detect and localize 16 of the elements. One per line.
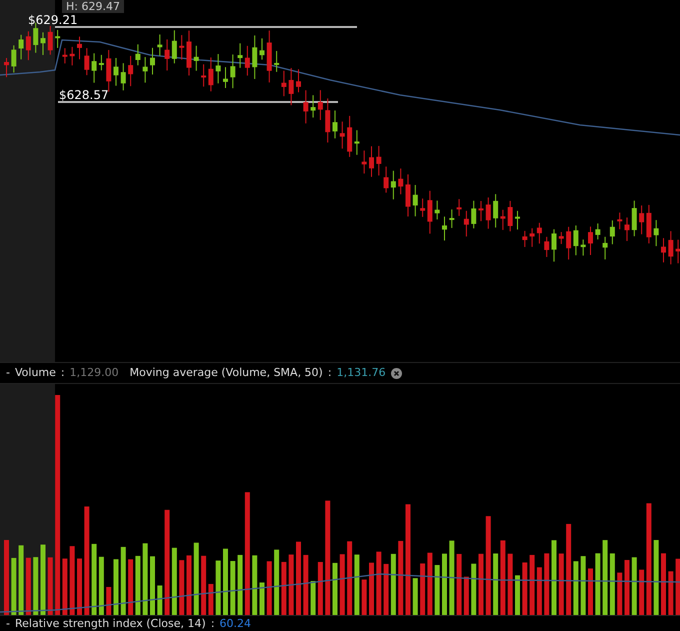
separator: : (328, 364, 332, 381)
rsi-value: 60.24 (220, 616, 252, 631)
high-label: H: 629.47 (62, 0, 124, 13)
study-title: Moving average (Volume, SMA, 50) (130, 364, 323, 381)
study-value: 1,131.76 (336, 364, 386, 381)
collapse-toggle[interactable]: - (6, 364, 10, 382)
price-level-line[interactable] (58, 101, 338, 103)
separator: : (60, 364, 65, 381)
close-icon[interactable] (390, 368, 402, 378)
price-label: $629.21 (28, 13, 78, 27)
separator: : (210, 616, 215, 631)
study-title: Volume (14, 364, 56, 381)
study-title: Relative strength index (Close, 14) (14, 616, 206, 631)
price-label: $628.57 (59, 88, 109, 102)
collapse-toggle[interactable]: - (6, 616, 10, 631)
volume-value: 1,129.00 (70, 364, 119, 381)
